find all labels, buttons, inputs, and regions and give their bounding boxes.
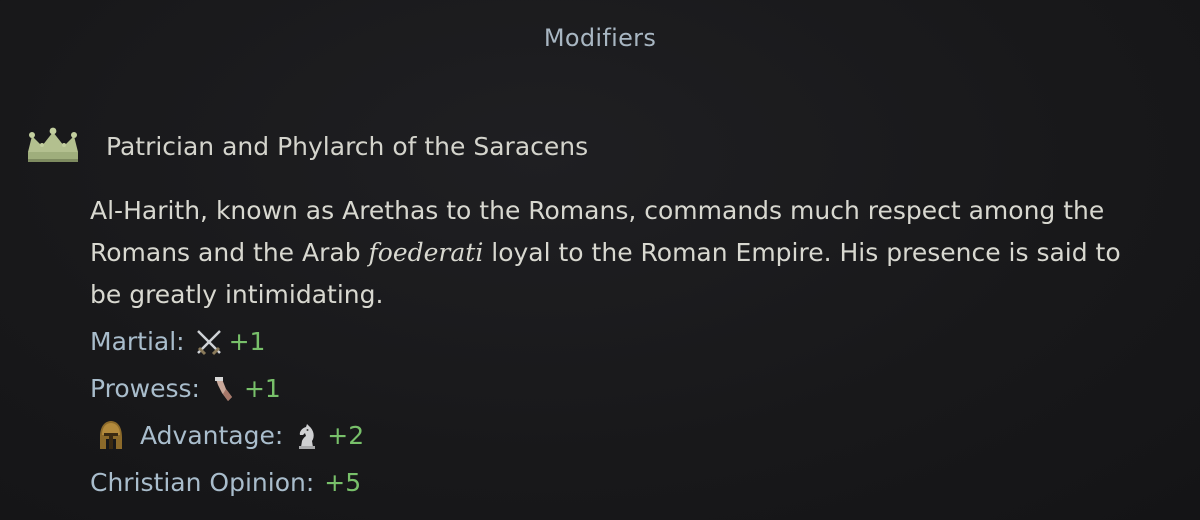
effect-christian-opinion: Christian Opinion: +5 (90, 459, 364, 506)
effect-label: Advantage: (140, 421, 284, 450)
panel-title: Modifiers (543, 24, 657, 52)
helmet-icon (100, 420, 122, 449)
effects-list: Martial: +1 Prowess: +1 Advantage: +2 Ch… (90, 318, 364, 506)
effect-value: +1 (243, 374, 281, 403)
effect-martial: Martial: +1 (90, 318, 364, 365)
prowess-arm-icon (214, 376, 232, 401)
chess-knight-icon (299, 423, 316, 449)
crossed-swords-icon (196, 329, 221, 355)
modifier-header: Patrician and Phylarch of the Saracens (24, 124, 588, 168)
effect-advantage: Advantage: +2 (90, 412, 364, 459)
modifier-description: Al-Harith, known as Arethas to the Roman… (90, 190, 1150, 316)
effect-label: Martial: (90, 327, 185, 356)
effect-label: Christian Opinion: (90, 468, 315, 497)
effect-value: +1 (228, 327, 266, 356)
effect-prowess: Prowess: +1 (90, 365, 364, 412)
modifier-name: Patrician and Phylarch of the Saracens (106, 131, 589, 161)
crown-icon (28, 127, 78, 162)
effect-label: Prowess: (90, 374, 200, 403)
effect-value: +5 (324, 468, 362, 497)
effect-value: +2 (327, 421, 365, 450)
modifiers-tooltip: Modifiers Patrician and Phylarch of the … (0, 0, 1200, 520)
description-italic-term: foederati (368, 238, 484, 267)
